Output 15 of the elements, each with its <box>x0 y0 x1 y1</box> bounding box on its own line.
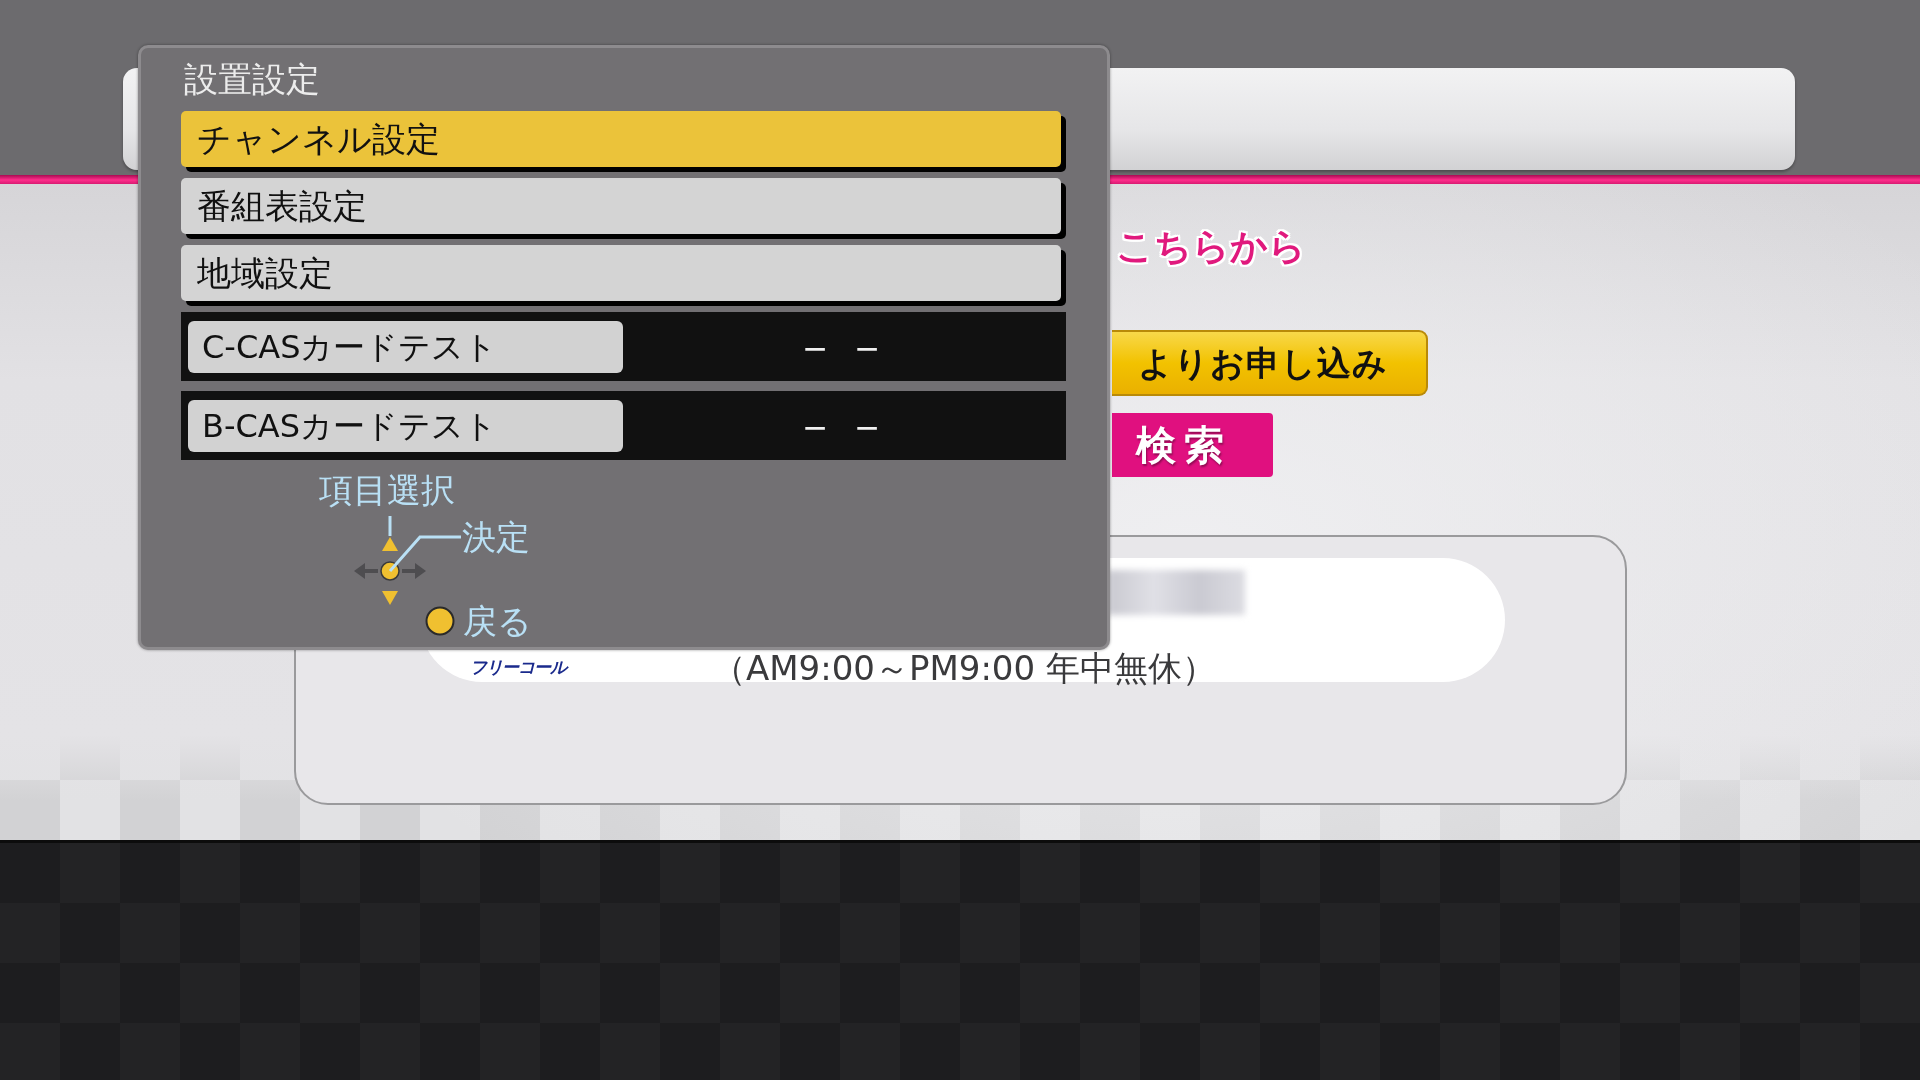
heading-text: こちらから <box>1116 225 1306 269</box>
test-button[interactable]: C-CASカードテスト <box>188 320 623 373</box>
test-button[interactable]: B-CASカードテスト <box>188 399 623 452</box>
guide-text: 戻る <box>463 601 532 641</box>
circle-button-icon <box>425 606 455 636</box>
test-result: －－ <box>791 321 898 372</box>
hours-text: （AM9:00～PM9:00 年中無休） <box>712 649 1216 687</box>
test-result: －－ <box>791 400 898 451</box>
dpad-icon <box>352 515 462 607</box>
apply-button[interactable]: よりお申し込み <box>1112 330 1428 396</box>
guide-text: 決定 <box>462 517 530 557</box>
search-button[interactable]: 検索 <box>1112 413 1273 477</box>
guide-text: 項目選択 <box>319 470 455 510</box>
freecall-label: フリーコール <box>470 656 569 680</box>
dialog-title: 設置設定 <box>184 58 320 101</box>
